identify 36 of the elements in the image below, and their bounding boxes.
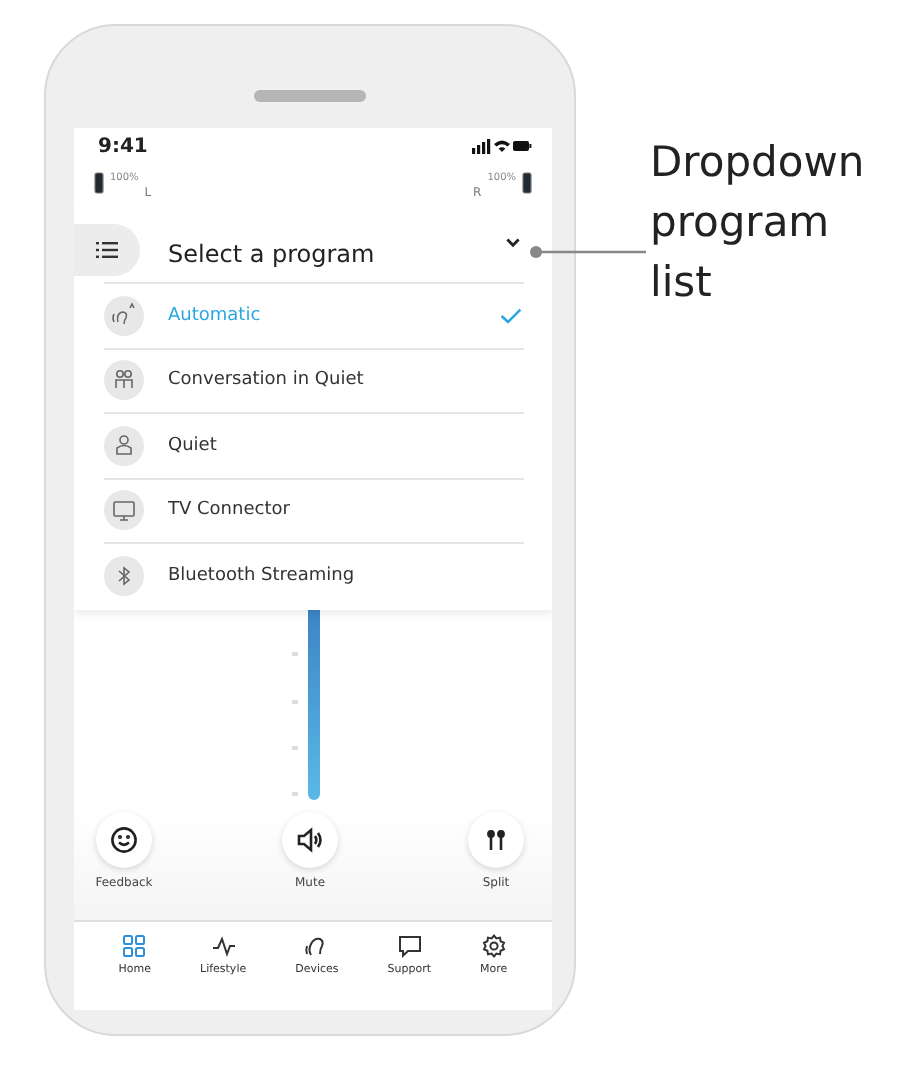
tv-icon [104, 490, 144, 531]
tick-mark [291, 652, 297, 657]
check-icon [500, 307, 522, 324]
list-icon [96, 241, 118, 257]
grid-icon [122, 934, 147, 958]
chat-icon [397, 934, 422, 958]
person-icon [104, 425, 144, 466]
people-icon [104, 360, 144, 401]
feedback-button[interactable] [96, 812, 152, 868]
status-time: 9:41 [98, 135, 148, 157]
split-button[interactable] [468, 812, 524, 868]
dropdown-title[interactable]: Select a program [168, 239, 506, 267]
program-item[interactable]: Conversation in Quiet [104, 347, 524, 412]
list-button[interactable] [74, 223, 140, 275]
bluetooth-icon [104, 555, 144, 596]
ear-sound-icon [104, 295, 144, 336]
mute-button[interactable] [282, 812, 338, 868]
leader-line [530, 246, 646, 258]
speaker-slot [254, 90, 366, 102]
program-item[interactable]: Quiet [104, 412, 524, 477]
smiley-icon [110, 826, 138, 854]
tick-mark [291, 745, 297, 750]
sliders-icon [482, 826, 510, 854]
chevron-icon[interactable] [506, 238, 520, 248]
tick-mark [291, 699, 297, 703]
speaker-icon [296, 826, 324, 854]
program-item[interactable]: Bluetooth Streaming [104, 542, 524, 607]
battery-icon [94, 172, 104, 194]
status-icons [472, 138, 532, 154]
ear-icon [304, 934, 329, 958]
annotation-text: Dropdown program list [650, 136, 867, 310]
battery-icon [522, 172, 532, 194]
program-item[interactable]: TV Connector [104, 477, 524, 542]
settings-icon [481, 934, 506, 958]
tick-mark [291, 792, 297, 796]
pulse-icon [211, 934, 236, 958]
